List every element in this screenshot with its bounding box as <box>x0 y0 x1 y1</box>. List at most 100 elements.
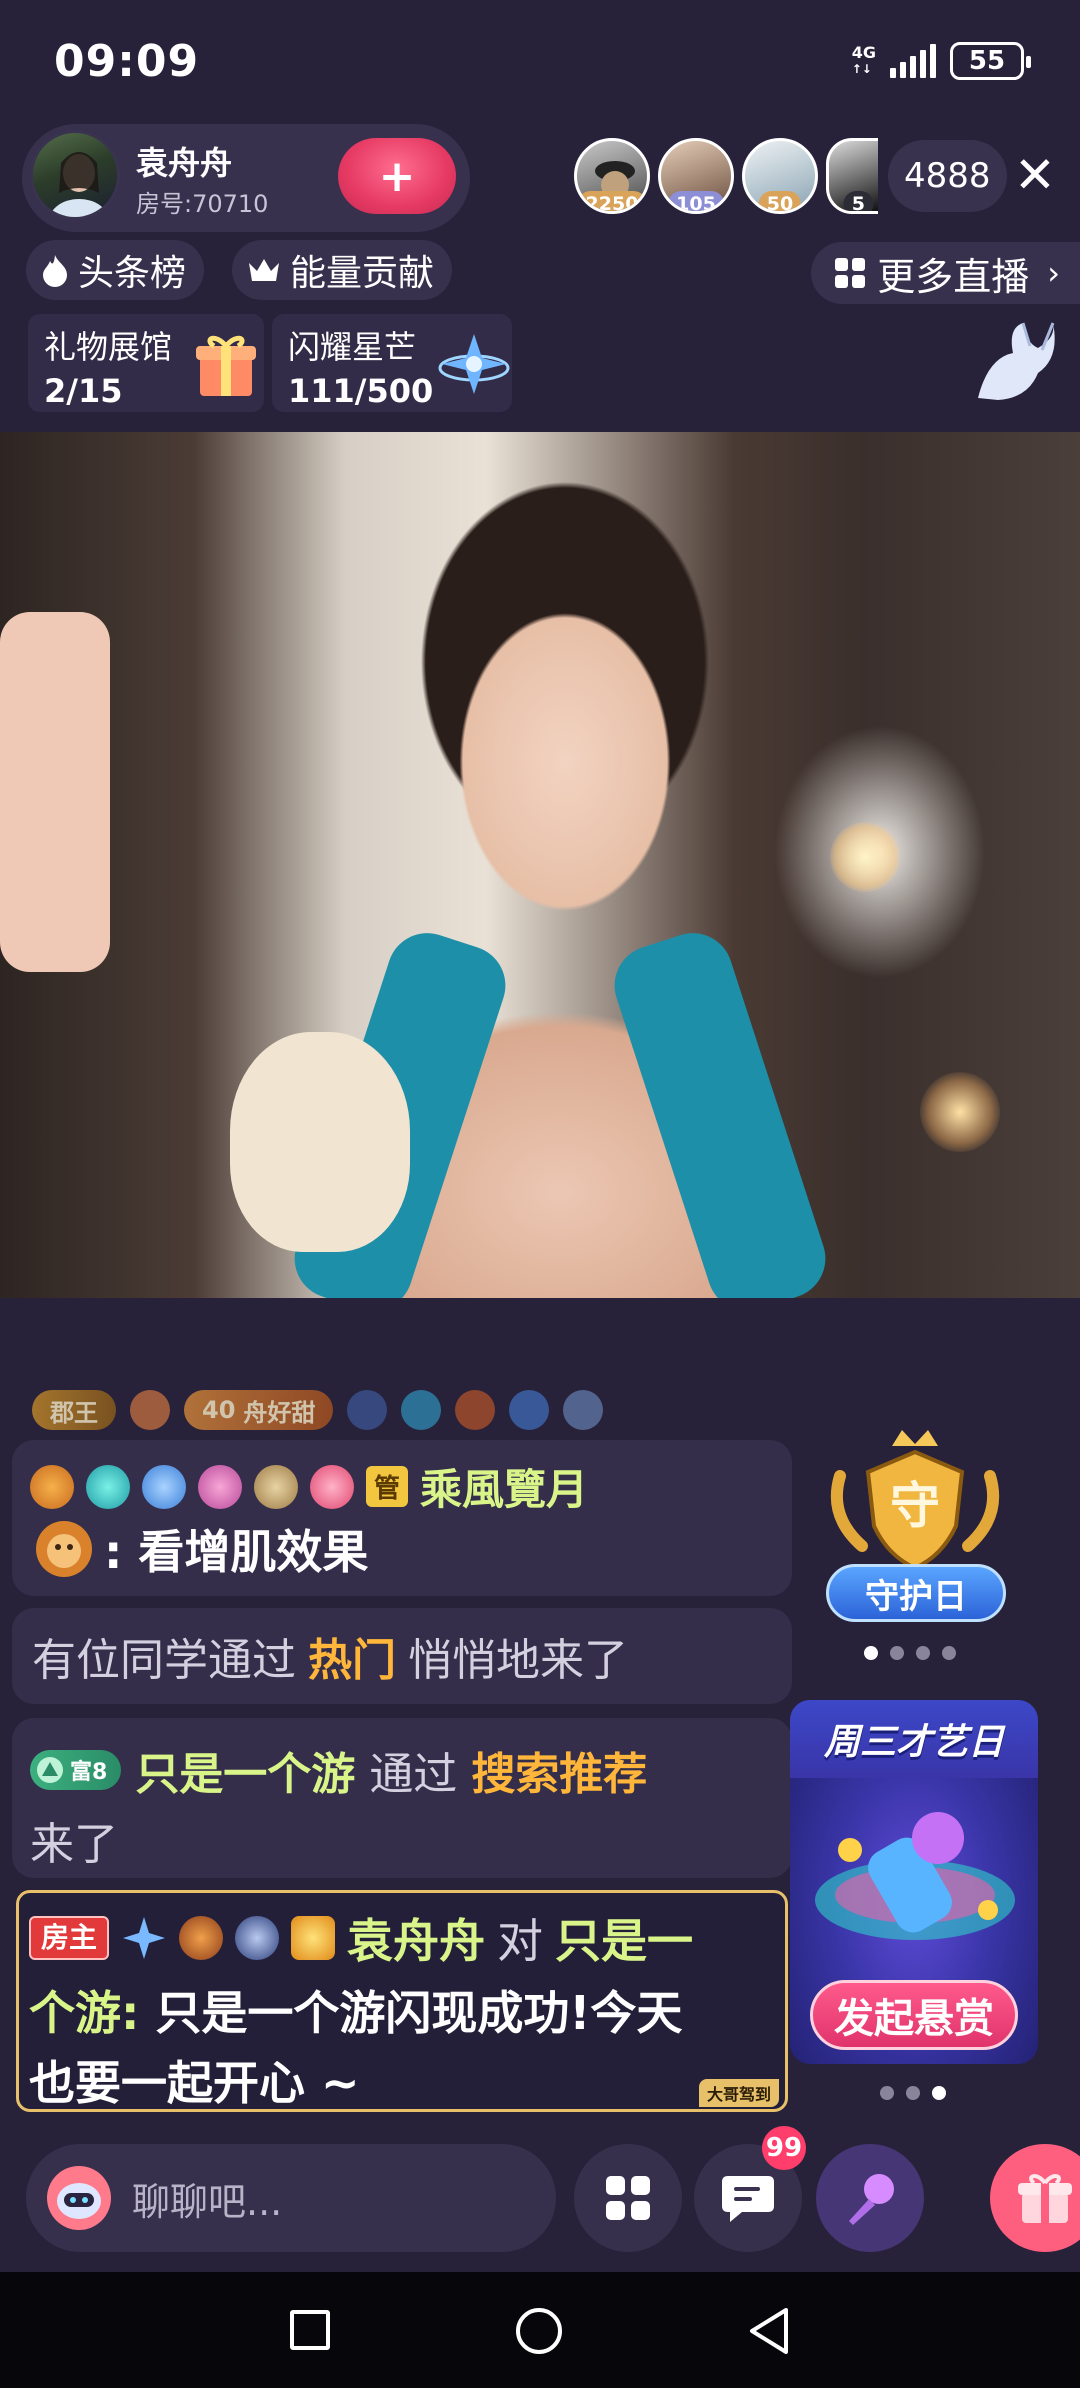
battery-icon: 55 <box>950 42 1031 80</box>
viewer-avatar[interactable]: 50 <box>742 138 818 214</box>
blue-heart-badge-icon <box>142 1464 186 1509</box>
start-reward-button[interactable]: 发起悬赏 <box>810 1980 1018 2050</box>
microphone-icon <box>849 2174 894 2225</box>
microphone-illustration-icon <box>815 1812 1015 1940</box>
love-badge-icon <box>310 1464 354 1509</box>
rank-badge: 郡王 <box>32 1390 116 1430</box>
entry-suffix: 来了 <box>30 1819 118 1870</box>
more-tools-button[interactable] <box>574 2144 682 2252</box>
viewer-count[interactable]: 4888 <box>888 140 1007 212</box>
user-badges-row: 郡王 40 舟好甜 <box>32 1390 604 1430</box>
guard-day-label[interactable]: 守护日 <box>826 1564 1006 1622</box>
target-username-part1[interactable]: 只是一 <box>555 1905 693 1971</box>
wealth-badge: 富8 <box>30 1750 122 1790</box>
close-button[interactable]: ✕ <box>1010 150 1060 200</box>
lion-badge-icon <box>30 1464 74 1509</box>
fan-level-badge: 40 舟好甜 <box>184 1390 334 1430</box>
signal-icon <box>890 44 936 78</box>
viewer-badge: 5 <box>843 191 874 211</box>
headline-rank-label: 头条榜 <box>78 253 187 294</box>
gift-button[interactable] <box>990 2144 1080 2252</box>
message-bubble-icon <box>722 2176 774 2222</box>
level-badge-icon <box>130 1390 170 1430</box>
recent-apps-icon[interactable] <box>290 2310 330 2350</box>
chat-username[interactable]: 只是一个游 <box>135 1738 355 1802</box>
entry-mid: 通过 <box>369 1749 458 1800</box>
energy-contribution-chip[interactable]: 能量贡献 <box>232 240 453 300</box>
energy-contribution-label: 能量贡献 <box>290 253 435 294</box>
viewer-badge: 2250 <box>577 191 647 211</box>
sparkle-icon <box>123 1917 166 1959</box>
gift-box-icon <box>196 335 256 396</box>
chat-message[interactable]: 富8 只是一个游 通过 搜索推荐 来了 <box>12 1718 792 1878</box>
host-tag: 房主 <box>29 1916 110 1960</box>
host-msg-text: 只是一个游闪现成功!今天 <box>155 1986 683 2040</box>
swirl-badge-icon <box>401 1390 442 1430</box>
host-msg-mid: 对 <box>497 1914 544 1968</box>
chat-username[interactable]: 乘風覽月 <box>420 1456 588 1517</box>
status-icons: 4G ↑↓ 55 <box>851 42 1031 80</box>
back-icon[interactable] <box>746 2306 790 2356</box>
treasure-badge-icon <box>291 1916 336 1960</box>
gift-gallery-card[interactable]: 礼物展馆 2/15 <box>28 314 264 412</box>
viewer-avatar[interactable]: 2250 <box>574 138 650 214</box>
host-name[interactable]: 袁舟舟 <box>136 138 232 184</box>
chat-message[interactable]: 有位同学通过 热门 悄悄地来了 <box>12 1608 792 1704</box>
host-chat-message[interactable]: 房主 袁舟舟 对 只是一 个游: 只是一个游闪现成功!今天 也要一起开心 ~ 大… <box>16 1890 788 2112</box>
status-time: 09:09 <box>54 36 200 87</box>
live-video[interactable] <box>0 432 1080 1298</box>
host-avatar[interactable] <box>30 130 120 220</box>
viewer-badge: 50 <box>758 191 802 211</box>
promo-banner[interactable]: 周三才艺日 发起悬赏 <box>790 1700 1038 2064</box>
host-msg-text: 也要一起开心 ~ <box>29 2056 360 2110</box>
battery-level: 55 <box>968 46 1006 76</box>
more-live-label: 更多直播 <box>877 254 1030 299</box>
fan-club-name: 舟好甜 <box>243 1398 316 1427</box>
triangle-icon <box>37 1757 63 1783</box>
more-live-button[interactable]: 更多直播 › <box>811 242 1080 304</box>
chat-input[interactable]: 聊聊吧... <box>26 2144 556 2252</box>
message-badges: 管 乘風覽月 <box>30 1456 588 1517</box>
karaoke-button[interactable] <box>816 2144 924 2252</box>
guard-widget[interactable]: 守 守护日 <box>822 1426 1008 1626</box>
chat-message[interactable]: 管 乘風覽月 : 看增肌效果 <box>12 1440 792 1596</box>
entry-source: 搜索推荐 <box>471 1749 648 1800</box>
promo-pager-dots <box>880 2086 946 2100</box>
heart-gem-badge-icon <box>86 1464 130 1509</box>
wealth-level: 富8 <box>70 1760 108 1785</box>
star-crystal-icon <box>438 334 510 394</box>
robot-avatar-icon <box>47 2166 111 2230</box>
viewer-avatar[interactable]: 105 <box>658 138 734 214</box>
target-username-part2[interactable]: 个游: <box>29 1986 139 2040</box>
crown-icon <box>249 259 279 281</box>
fan-level-number: 40 <box>202 1396 236 1424</box>
network-label: 4G ↑↓ <box>851 43 876 77</box>
guard-pager-dots <box>864 1646 956 1660</box>
admin-badge: 管 <box>366 1466 409 1507</box>
pink-heart-badge-icon <box>198 1464 242 1509</box>
entry-prefix: 有位同学通过 <box>32 1635 296 1686</box>
compass-badge-icon <box>347 1390 388 1430</box>
follow-button[interactable]: + <box>338 138 456 214</box>
video-arm <box>0 612 110 972</box>
apps-grid-icon <box>606 2176 650 2220</box>
grid-icon <box>835 258 866 288</box>
gear-badge-icon <box>563 1390 604 1430</box>
system-nav-bar <box>0 2272 1080 2388</box>
room-number: 房号:70710 <box>136 190 269 218</box>
host-username[interactable]: 袁舟舟 <box>347 1905 485 1971</box>
scorpion-badge-icon <box>179 1916 224 1960</box>
viewer-avatar[interactable]: 5 <box>826 138 878 214</box>
unread-badge: 99 <box>762 2126 806 2170</box>
lion-avatar-icon <box>36 1521 92 1577</box>
fox-mascot-icon[interactable] <box>968 318 1058 408</box>
headline-rank-chip[interactable]: 头条榜 <box>26 240 205 300</box>
shining-star-card[interactable]: 闪耀星芒 111/500 <box>272 314 512 412</box>
guard-icon-char: 守 <box>890 1477 940 1535</box>
home-icon[interactable] <box>516 2308 562 2354</box>
level-6-badge-icon <box>254 1464 298 1509</box>
video-dress-right <box>604 922 836 1298</box>
promo-title: 周三才艺日 <box>790 1700 1038 1778</box>
vip-arrival-stamp: 大哥驾到 <box>698 2079 779 2107</box>
follow-label: + <box>378 150 416 202</box>
